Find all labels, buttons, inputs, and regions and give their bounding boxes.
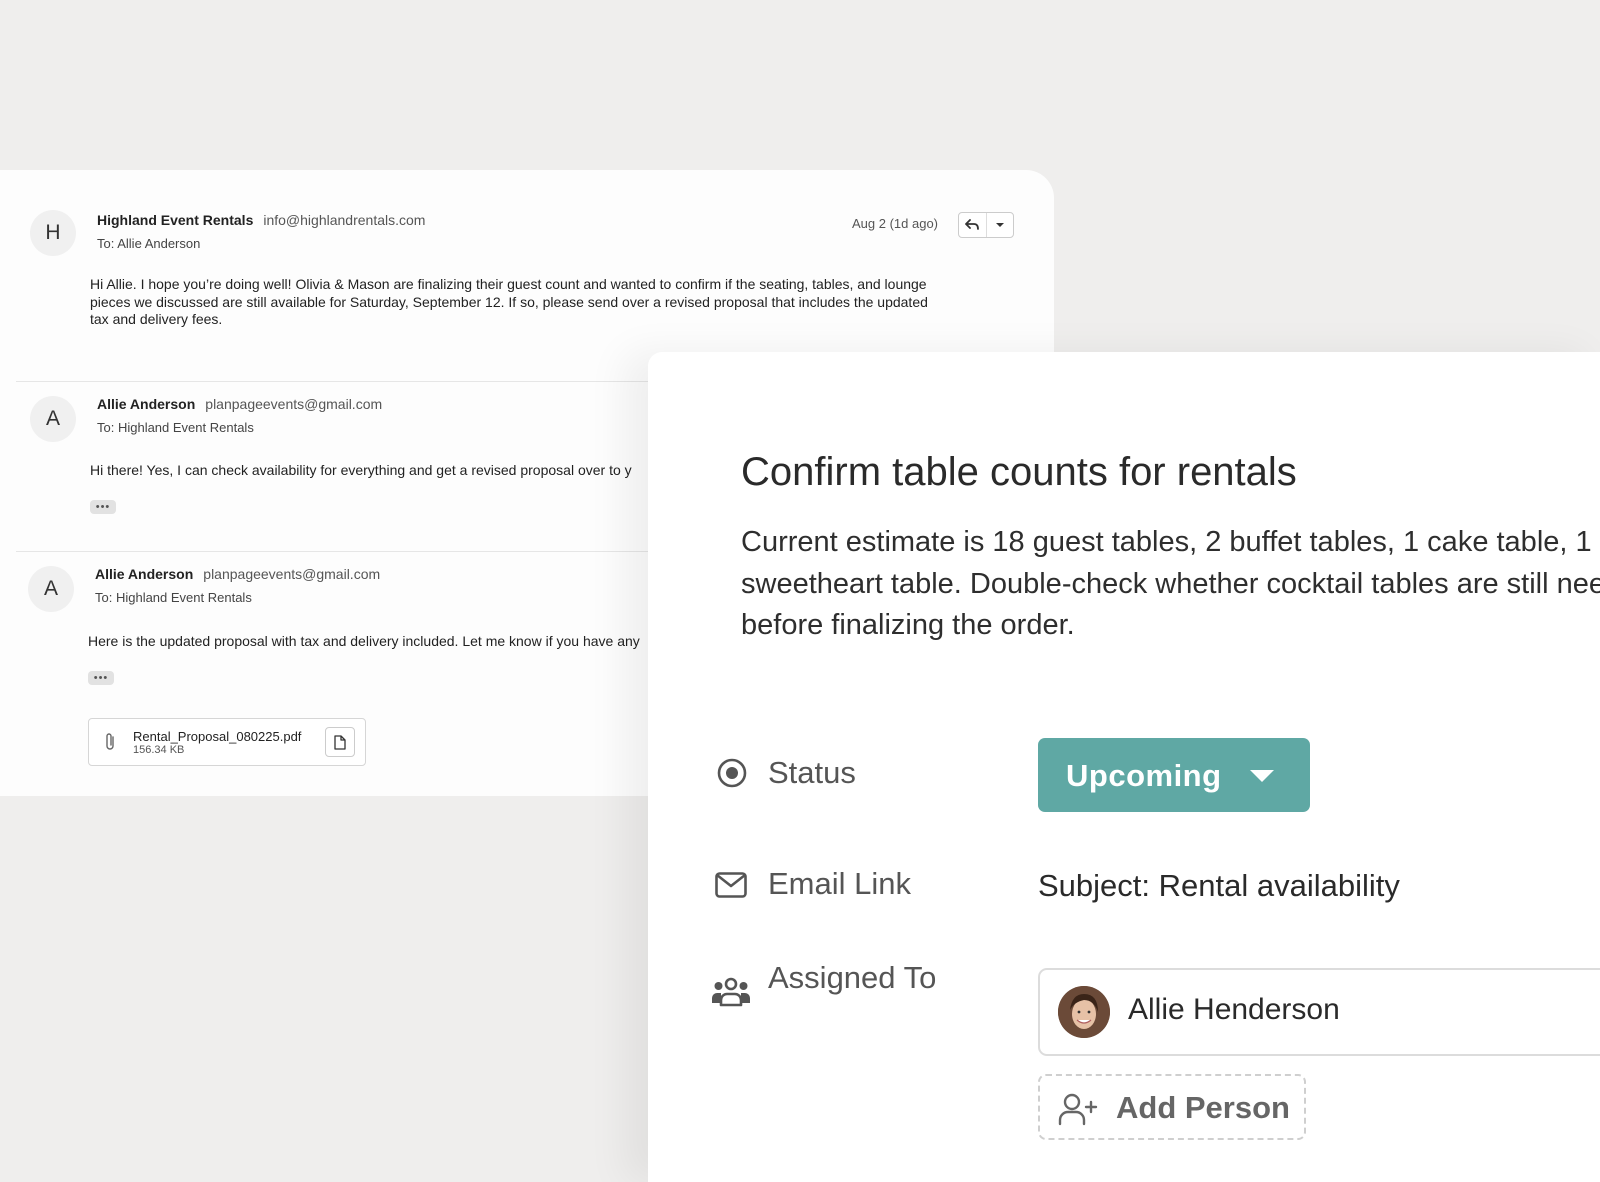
add-person-button[interactable]: Add Person (1038, 1074, 1306, 1140)
envelope-icon (715, 872, 747, 898)
attachment-file-name: Rental_Proposal_080225.pdf (133, 729, 302, 744)
task-detail-panel: Confirm table counts for rentals Current… (648, 352, 1600, 1182)
sender-name: Allie Anderson (95, 566, 194, 582)
more-actions-button[interactable] (985, 213, 1014, 237)
sender-email: info@highlandrentals.com (263, 212, 426, 228)
sender-avatar: H (30, 210, 76, 256)
email-message[interactable]: H Highland Event Rentals info@highlandren… (0, 170, 1054, 374)
assignee-chip[interactable]: Allie Henderson (1038, 968, 1600, 1056)
show-trimmed-button[interactable]: ••• (90, 500, 116, 514)
recipient-line: To: Allie Anderson (97, 236, 201, 251)
attachment-chip[interactable]: Rental_Proposal_080225.pdf 156.34 KB (88, 718, 366, 766)
email-link-value[interactable]: Subject: Rental availability (1038, 868, 1400, 904)
recipient-line: To: Highland Event Rentals (97, 420, 254, 435)
task-description[interactable]: Current estimate is 18 guest tables, 2 b… (741, 522, 1600, 647)
recipient-line: To: Highland Event Rentals (95, 590, 252, 605)
attachment-file-size: 156.34 KB (133, 744, 185, 756)
sender-line: Highland Event Rentals info@highlandrenta… (97, 212, 425, 228)
status-label: Status (768, 755, 856, 790)
sender-avatar: A (28, 566, 74, 612)
reply-button-group (958, 212, 1014, 238)
email-link-label: Email Link (768, 866, 911, 901)
paperclip-icon (106, 733, 114, 750)
radio-target-icon (717, 758, 747, 788)
show-trimmed-button[interactable]: ••• (88, 671, 114, 685)
sender-avatar: A (30, 396, 76, 442)
sender-line: Allie Anderson planpageevents@gmail.com (95, 566, 380, 582)
reply-icon (965, 219, 980, 230)
message-date: Aug 2 (1d ago) (852, 216, 939, 231)
sender-name: Allie Anderson (97, 396, 196, 412)
avatar (1058, 986, 1110, 1038)
open-attachment-button[interactable] (325, 727, 355, 757)
reply-button[interactable] (959, 213, 986, 237)
add-person-label: Add Person (1116, 1090, 1290, 1125)
users-icon (712, 977, 750, 1007)
sender-email: planpageevents@gmail.com (203, 566, 381, 582)
message-body: Here is the updated proposal with tax an… (88, 633, 640, 649)
chevron-down-icon (1250, 770, 1274, 782)
chevron-down-icon (995, 223, 1004, 227)
task-title: Confirm table counts for rentals (741, 450, 1297, 494)
sender-email: planpageevents@gmail.com (205, 396, 383, 412)
message-body: Hi Allie. I hope you’re doing well! Oliv… (90, 276, 928, 327)
status-dropdown[interactable]: Upcoming (1038, 738, 1310, 812)
sender-name: Highland Event Rentals (97, 212, 254, 228)
sender-line: Allie Anderson planpageevents@gmail.com (97, 396, 382, 412)
message-body: Hi there! Yes, I can check availability … (90, 462, 632, 478)
status-value: Upcoming (1066, 758, 1222, 793)
file-icon (334, 734, 346, 750)
user-plus-icon (1058, 1093, 1098, 1126)
assignee-name: Allie Henderson (1128, 993, 1340, 1026)
assigned-to-label: Assigned To (768, 960, 937, 995)
